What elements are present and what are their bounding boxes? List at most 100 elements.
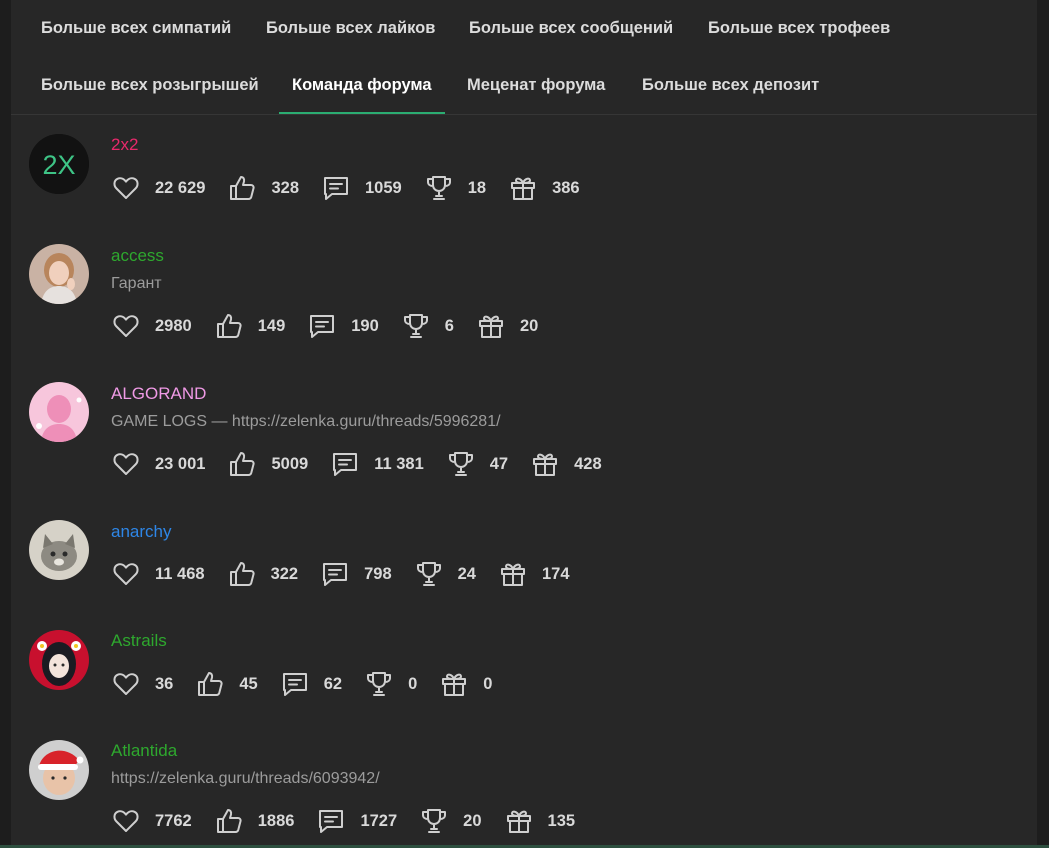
stat-value: 18 (467, 178, 487, 197)
stat-likes: 149 (214, 311, 285, 341)
tab-most-deposit[interactable]: Больше всех депозит (629, 57, 832, 113)
svg-text:2X: 2X (42, 150, 75, 180)
stat-value: 24 (457, 564, 476, 583)
username[interactable]: Atlantida (111, 741, 177, 761)
stat-value: 1886 (257, 811, 295, 830)
avatar[interactable]: 2X (29, 134, 89, 194)
stat-value: 428 (574, 454, 602, 473)
heart-icon (113, 315, 139, 337)
stat-value: 6 (444, 316, 454, 335)
stat-messages: 798 (320, 559, 392, 589)
member-stats: 7762 1886 1727 20 135 (111, 806, 597, 836)
gift-icon (478, 315, 503, 338)
stat-value: 135 (547, 811, 576, 830)
avatar[interactable] (29, 520, 89, 580)
avatar[interactable] (29, 630, 89, 690)
stat-trophies: 47 (446, 449, 508, 479)
tab-most-sympathies[interactable]: Больше всех симпатий (28, 0, 244, 56)
tab-most-likes[interactable]: Больше всех лайков (253, 0, 448, 56)
stat-messages: 1727 (316, 806, 397, 836)
trophy-icon (367, 672, 392, 696)
tab-most-messages[interactable]: Больше всех сообщений (456, 0, 686, 56)
user-title: https://zelenka.guru/threads/6093942/ (111, 770, 380, 787)
stat-messages: 1059 (321, 173, 402, 203)
stat-sympathies: 36 (111, 669, 173, 699)
stat-value: 23 001 (155, 454, 206, 473)
stat-value: 322 (270, 564, 299, 583)
stat-gifts: 0 (439, 669, 492, 699)
stat-likes: 328 (227, 173, 299, 203)
gift-icon (442, 673, 467, 696)
stat-value: 1059 (365, 178, 402, 197)
trophy-icon (416, 562, 441, 586)
avatar-pink-silhouette (29, 382, 89, 442)
stat-sympathies: 11 468 (111, 559, 205, 589)
stat-value: 5009 (271, 454, 309, 473)
username[interactable]: Astrails (111, 631, 167, 651)
trophy-icon (422, 809, 447, 833)
stat-value: 11 381 (374, 454, 424, 473)
username[interactable]: access (111, 246, 164, 266)
stat-messages: 62 (280, 669, 342, 699)
stat-value: 0 (483, 674, 493, 693)
user-title: GAME LOGS — https://zelenka.guru/threads… (111, 413, 501, 430)
stat-value: 11 468 (155, 564, 205, 583)
avatar-anime-girl (29, 630, 89, 690)
tab-forum-team[interactable]: Команда форума (279, 57, 445, 114)
thumbs-up-icon (229, 562, 255, 586)
avatar[interactable] (29, 244, 89, 304)
avatar[interactable] (29, 382, 89, 442)
stat-value: 22 629 (155, 178, 206, 197)
gift-icon (500, 563, 525, 586)
user-title: Гарант (111, 275, 162, 292)
username[interactable]: ALGORAND (111, 384, 206, 404)
username[interactable]: anarchy (111, 522, 171, 542)
stat-likes: 45 (195, 669, 258, 699)
trophy-icon (448, 452, 473, 476)
stat-sympathies: 7762 (111, 806, 192, 836)
stat-value: 20 (463, 811, 482, 830)
avatar-santa-hat-photo (29, 740, 89, 800)
stat-gifts: 386 (508, 173, 580, 203)
tab-most-trophies[interactable]: Больше всех трофеев (695, 0, 903, 56)
thumbs-up-icon (198, 672, 223, 696)
message-icon (323, 563, 348, 586)
avatar[interactable] (29, 740, 89, 800)
stat-value: 0 (408, 674, 418, 693)
gift-icon (511, 177, 536, 200)
thumbs-up-icon (230, 452, 256, 476)
username[interactable]: 2x2 (111, 135, 138, 155)
stat-gifts: 20 (476, 311, 538, 341)
stat-value: 174 (541, 564, 570, 583)
heart-icon (113, 453, 139, 475)
stat-value: 47 (489, 454, 509, 473)
stat-trophies: 20 (419, 806, 482, 836)
heart-icon (113, 810, 139, 832)
tabs-row-1: Больше всех симпатий Больше всех лайков … (11, 0, 1037, 57)
tab-forum-patron[interactable]: Меценат форума (454, 57, 618, 113)
thumbs-up-icon (230, 176, 256, 200)
stat-sympathies: 22 629 (111, 173, 205, 203)
stat-value: 328 (271, 178, 299, 197)
stat-value: 798 (364, 564, 392, 583)
stat-gifts: 135 (504, 806, 576, 836)
stat-value: 386 (552, 178, 580, 197)
message-icon (282, 673, 307, 696)
avatar-cat-photo (29, 520, 89, 580)
trophy-icon (403, 314, 428, 338)
tab-most-giveaways[interactable]: Больше всех розыгрышей (28, 57, 272, 113)
stat-value: 20 (519, 316, 539, 335)
stat-trophies: 18 (424, 173, 486, 203)
stat-value: 45 (239, 674, 258, 693)
heart-icon (113, 177, 139, 199)
stat-likes: 5009 (227, 449, 308, 479)
stat-trophies: 6 (401, 311, 454, 341)
members-panel: Больше всех симпатий Больше всех лайков … (11, 0, 1037, 848)
message-icon (324, 177, 348, 200)
stat-value: 62 (323, 674, 343, 693)
message-icon (310, 315, 335, 338)
stat-value: 2980 (155, 316, 192, 335)
heart-icon (113, 673, 139, 695)
stat-value: 1727 (360, 811, 398, 830)
member-stats: 23 001 5009 11 381 47 428 (111, 449, 624, 479)
